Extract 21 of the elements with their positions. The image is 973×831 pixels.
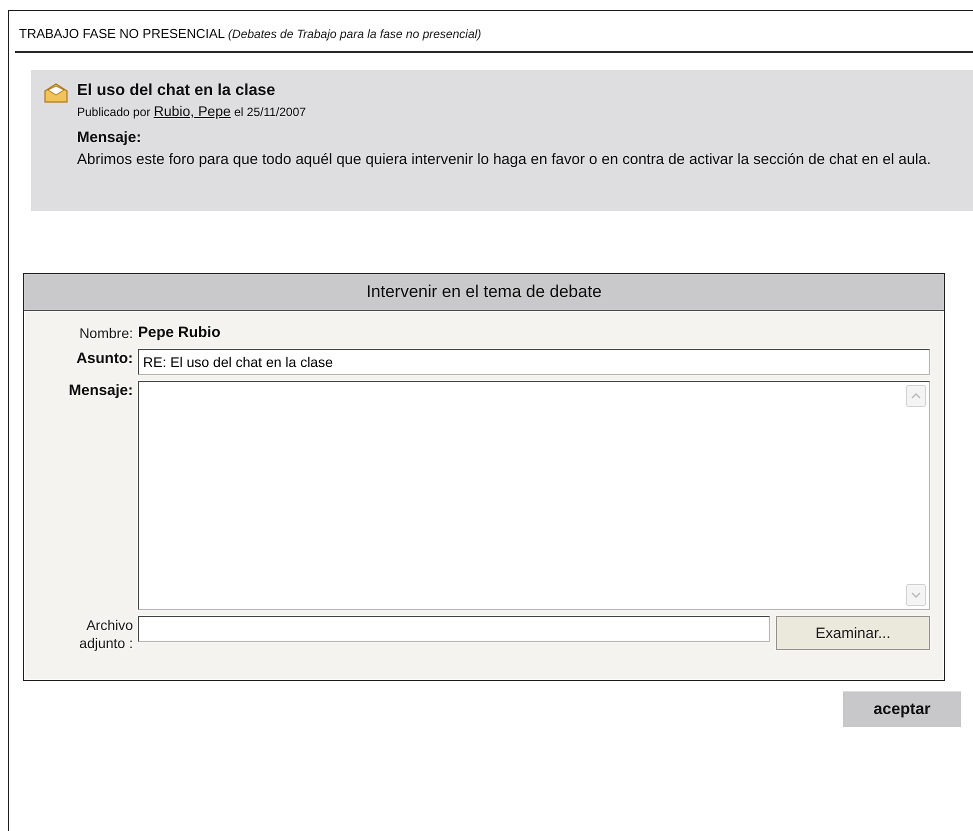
message-field[interactable]	[138, 381, 930, 610]
scroll-down-icon[interactable]	[906, 584, 926, 606]
post-byline: Publicado por Rubio, Pepe el 25/11/2007	[77, 103, 307, 119]
subject-field[interactable]: RE: El uso del chat en la clase	[138, 349, 930, 375]
attachment-field[interactable]	[138, 616, 770, 642]
section-title: TRABAJO FASE NO PRESENCIAL	[19, 26, 224, 41]
message-label: Mensaje:	[77, 129, 142, 146]
subject-label: Asunto:	[75, 349, 133, 369]
post-title: El uso del chat en la clase	[77, 82, 276, 100]
accept-button[interactable]: aceptar	[843, 691, 961, 727]
attachment-label: Archivo adjunto :	[78, 616, 133, 652]
message-text: Abrimos este foro para que todo aquél que quiera intervenir lo haga en favor o en contra de activar la sección de chat en el aula.	[77, 150, 931, 170]
author-link[interactable]: Rubio, Pepe	[154, 103, 231, 119]
name-label: Nombre:	[78, 324, 133, 343]
message-label: Mensaje:	[68, 381, 133, 401]
section-subtitle: (Debates de Trabajo para la fase no presencial)	[228, 27, 482, 41]
envelope-icon	[43, 82, 69, 104]
form-title: Intervenir en el tema de debate	[24, 274, 944, 311]
scroll-up-icon[interactable]	[906, 385, 926, 407]
browse-button[interactable]: Examinar...	[776, 616, 930, 650]
name-value: Pepe Rubio	[138, 323, 222, 343]
